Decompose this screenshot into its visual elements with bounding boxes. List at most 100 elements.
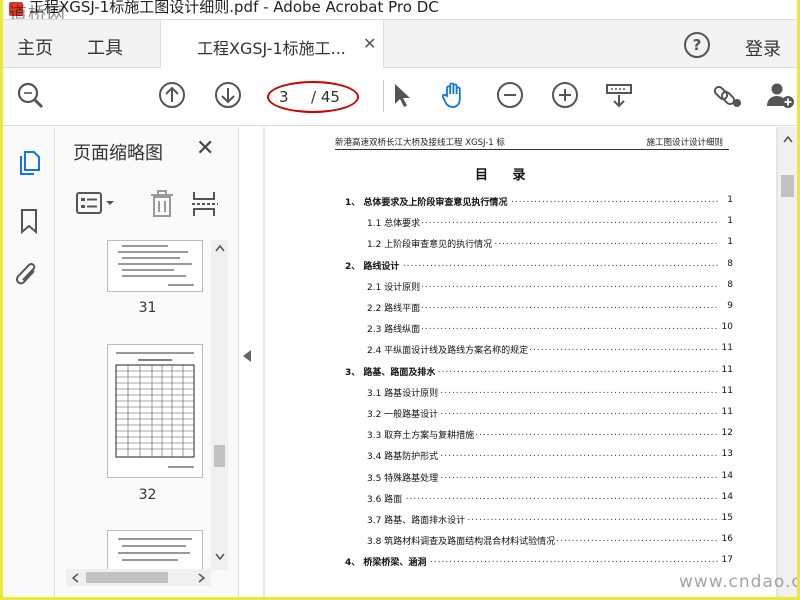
page-thumbnails-icon[interactable] xyxy=(15,149,43,177)
toc-entry-text: 3.6 路面 xyxy=(367,491,405,505)
thumbnails-panel-title: 页面缩略图 xyxy=(73,143,163,164)
share-link-icon[interactable] xyxy=(713,80,743,110)
toolbar: 3 / 45 xyxy=(3,68,797,126)
toc-entry-page: 11 xyxy=(718,364,733,375)
toc-entry[interactable]: ........................................… xyxy=(367,428,733,442)
scroll-down-arrow-icon[interactable] xyxy=(215,553,225,561)
tab-tools[interactable]: 工具 xyxy=(87,34,123,60)
toc-entry-page: 1 xyxy=(724,195,733,205)
navigation-rail xyxy=(3,127,55,597)
toc-entry-text: 2.4 平纵面设计线及路线方案名称的规定 xyxy=(367,343,531,357)
title-bar: 工程XGSJ-1标施工图设计细则.pdf - Adobe Acrobat Pro… xyxy=(3,0,797,20)
toc-entry-page: 1 xyxy=(724,237,733,248)
toc-entry[interactable]: ........................................… xyxy=(345,364,733,379)
toc-entry-page: 15 xyxy=(718,513,733,523)
document-scroll-thumb[interactable] xyxy=(781,175,794,197)
pdf-page: 新港高速双桥长江大桥及接线工程 XGSJ-1 标 施工图设计设计细则 目 录 .… xyxy=(265,127,776,597)
document-vertical-scrollbar[interactable] xyxy=(778,127,797,597)
toc-entry-text: 2.2 路线平面 xyxy=(367,301,423,314)
toc-entry[interactable]: ........................................… xyxy=(367,449,733,463)
toc-entry-page: 14 xyxy=(718,491,733,502)
toc-entry[interactable]: ........................................… xyxy=(367,301,733,315)
toc-entry-page: 16 xyxy=(718,534,733,545)
toc-entry[interactable]: ........................................… xyxy=(367,385,733,400)
help-icon[interactable]: ? xyxy=(684,32,710,58)
thumbnails-scroll-thumb[interactable] xyxy=(214,445,225,467)
toc-entry-page: 14 xyxy=(718,470,733,481)
toc-entry[interactable]: ........................................… xyxy=(367,407,733,421)
tab-document[interactable]: 工程XGSJ-1标施工... ✕ xyxy=(160,20,384,68)
toc-entry[interactable]: ........................................… xyxy=(367,216,733,230)
zoom-out-icon[interactable] xyxy=(495,80,525,110)
toc-entry-page: 10 xyxy=(718,322,733,333)
toc-entry-text: 3.3 取弃土方案与复耕措施 xyxy=(367,428,477,442)
toc-entry[interactable]: ........................................… xyxy=(345,195,733,209)
toc-entry-text: 3.5 特殊路基处理 xyxy=(367,470,441,484)
extract-pages-icon[interactable] xyxy=(190,189,220,219)
site-watermark: 道桥网 xyxy=(9,4,66,20)
close-tab-icon[interactable]: ✕ xyxy=(363,34,376,53)
toc-entry[interactable]: ........................................… xyxy=(367,470,733,485)
running-header-right: 施工图设计设计细则 xyxy=(646,138,723,148)
page-display-icon[interactable] xyxy=(604,80,634,110)
thumbnail-options-icon[interactable] xyxy=(75,190,121,216)
toc-entry-text: 2、 路线设计 xyxy=(345,258,402,272)
zoom-search-icon[interactable] xyxy=(15,80,45,110)
toc-entry-page: 8 xyxy=(724,279,733,290)
previous-page-icon[interactable] xyxy=(157,80,187,110)
toc-entry-page: 1 xyxy=(724,216,733,227)
close-panel-icon[interactable]: ✕ xyxy=(196,136,214,161)
select-arrow-icon[interactable] xyxy=(387,80,417,110)
toc-entry[interactable]: ........................................… xyxy=(367,513,733,527)
thumbnails-hscroll-thumb[interactable] xyxy=(86,572,168,583)
toc-entry[interactable]: ........................................… xyxy=(367,322,733,336)
toc-entry-text: 3.8 筑路材料调查及路面结构混合材料试验情况 xyxy=(367,534,558,548)
toc-leader-dots: ........................................… xyxy=(367,491,719,502)
thumbnails-panel: 页面缩略图 ✕ 31 32 xyxy=(56,127,239,597)
delete-page-icon[interactable] xyxy=(148,189,176,219)
scroll-up-arrow-icon[interactable] xyxy=(215,244,225,252)
login-button[interactable]: 登录 xyxy=(745,35,781,61)
toc-entry[interactable]: ........................................… xyxy=(345,555,733,569)
toc-entry[interactable]: ........................................… xyxy=(345,258,733,273)
toc-title: 目 录 xyxy=(475,168,536,183)
zoom-in-icon[interactable] xyxy=(550,80,580,110)
toc-entry-text: 3.7 路基、路面排水设计 xyxy=(367,513,468,526)
running-header-left: 新港高速双桥长江大桥及接线工程 XGSJ-1 标 xyxy=(335,138,505,148)
hand-tool-icon[interactable] xyxy=(439,80,469,110)
toc-entry[interactable]: ........................................… xyxy=(367,491,733,506)
toc-entry-page: 13 xyxy=(718,449,733,460)
thumbnails-horizontal-scrollbar[interactable] xyxy=(66,569,211,586)
collapse-panel-arrow-icon[interactable] xyxy=(243,350,251,362)
tab-home[interactable]: 主页 xyxy=(17,34,53,60)
scroll-left-arrow-icon[interactable] xyxy=(71,573,79,583)
thumbnail-page-33[interactable] xyxy=(107,530,203,570)
scroll-right-arrow-icon[interactable] xyxy=(198,573,206,583)
toc-entry-text: 1、 总体要求及上阶段审查意见执行情况 xyxy=(345,195,510,208)
toc-entry-text: 3.4 路基防护形式 xyxy=(367,449,441,463)
thumbnail-32-preview xyxy=(115,352,195,468)
document-view: 新港高速双桥长江大桥及接线工程 XGSJ-1 标 施工图设计设计细则 目 录 .… xyxy=(263,127,797,597)
add-user-icon[interactable] xyxy=(765,80,795,110)
toc-entry[interactable]: ........................................… xyxy=(367,237,733,251)
toc-entry[interactable]: ........................................… xyxy=(367,279,733,294)
thumbnail-page-31[interactable] xyxy=(107,240,203,292)
toc-entry-text: 3、 路基、路面及排水 xyxy=(345,364,438,378)
window-title: 工程XGSJ-1标施工图设计细则.pdf - Adobe Acrobat Pro… xyxy=(29,0,439,16)
thumbnail-page-32[interactable] xyxy=(107,344,203,478)
toc-entry-page: 9 xyxy=(724,301,733,311)
toc-entry-page: 11 xyxy=(718,407,733,417)
toc-entry[interactable]: ........................................… xyxy=(367,343,733,357)
next-page-icon[interactable] xyxy=(213,80,243,110)
toc-entry[interactable]: ........................................… xyxy=(367,534,733,548)
thumbnail-31-preview xyxy=(118,245,194,286)
tab-bar: 主页 工具 工程XGSJ-1标施工... ✕ ? 登录 xyxy=(3,20,797,68)
toc-entry-text: 2.3 路线纵面 xyxy=(367,322,423,336)
thumbnails-vertical-scrollbar[interactable] xyxy=(211,240,228,570)
attachments-icon[interactable] xyxy=(14,261,42,291)
toc-entry-text: 4、 桥梁桥梁、涵洞 xyxy=(345,555,429,569)
bookmarks-icon[interactable] xyxy=(17,207,41,235)
toolbar-divider xyxy=(383,80,384,112)
document-tab-label: 工程XGSJ-1标施工... xyxy=(197,39,346,58)
doc-scroll-up-arrow-icon[interactable] xyxy=(783,135,793,143)
